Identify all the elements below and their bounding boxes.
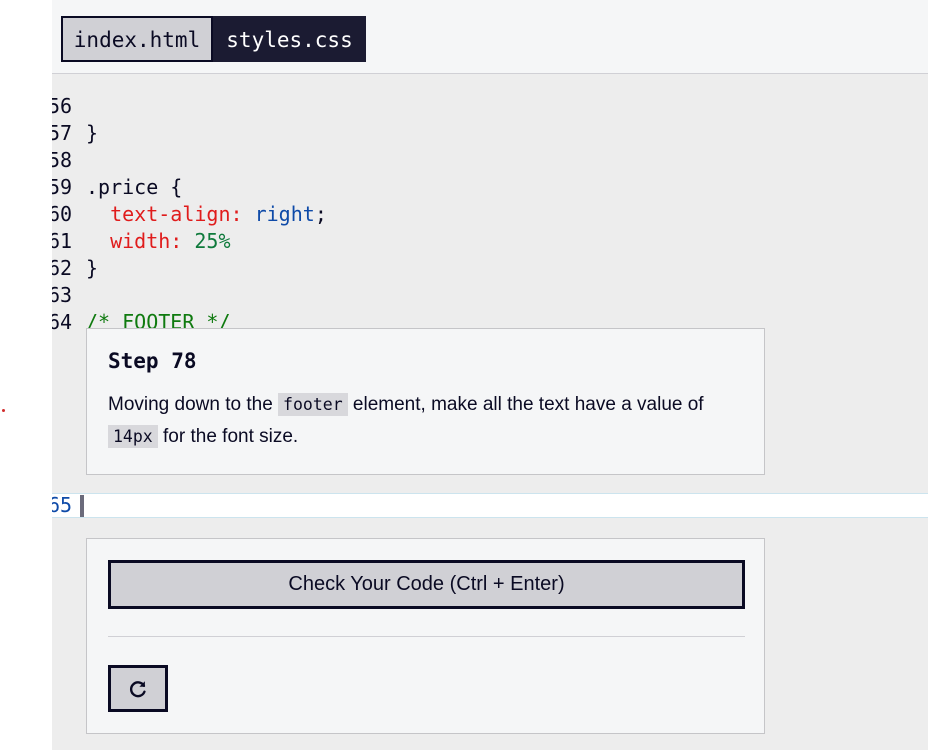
- tab-styles-css[interactable]: styles.css: [213, 16, 366, 62]
- reset-button[interactable]: [108, 665, 168, 712]
- divider: [108, 636, 745, 637]
- code-line: 62: [52, 228, 928, 280]
- step-description-panel: Step 78 Moving down to the footer elemen…: [86, 328, 765, 475]
- line-number: 64: [52, 310, 73, 334]
- code-line: 63 /* FOOTER */: [52, 255, 928, 334]
- action-panel: Check Your Code (Ctrl + Enter): [86, 538, 765, 734]
- marker-dot: [2, 409, 5, 412]
- code-line: 59 text-align: right;: [52, 147, 928, 226]
- code-editor[interactable]: 56 } 57 58 .price { 59 text-align: right…: [52, 74, 928, 750]
- reset-icon: [129, 680, 146, 697]
- step-text-part: element, make all the text have a value …: [347, 394, 704, 415]
- left-margin: [0, 0, 52, 750]
- file-tab-bar: index.html styles.css: [52, 0, 928, 74]
- code-line: 57: [52, 93, 928, 145]
- text-cursor: [80, 495, 84, 517]
- inline-code: footer: [278, 393, 348, 416]
- inline-code: 14px: [108, 425, 158, 448]
- active-editor-line[interactable]: 65: [52, 493, 928, 518]
- step-instructions: Moving down to the footer element, make …: [108, 389, 748, 453]
- code-line: 56 }: [52, 74, 928, 145]
- code-line: 60 width: 25%: [52, 174, 928, 253]
- code-line: 61 }: [52, 201, 928, 280]
- code-line: 58 .price {: [52, 120, 928, 199]
- line-number: 65: [52, 493, 73, 517]
- step-text-part: for the font size.: [157, 426, 299, 447]
- tab-index-html[interactable]: index.html: [61, 16, 213, 62]
- step-text-part: Moving down to the: [108, 394, 279, 415]
- step-title: Step 78: [108, 349, 197, 373]
- check-code-button[interactable]: Check Your Code (Ctrl + Enter): [108, 560, 745, 609]
- code-line: 64: [52, 282, 928, 334]
